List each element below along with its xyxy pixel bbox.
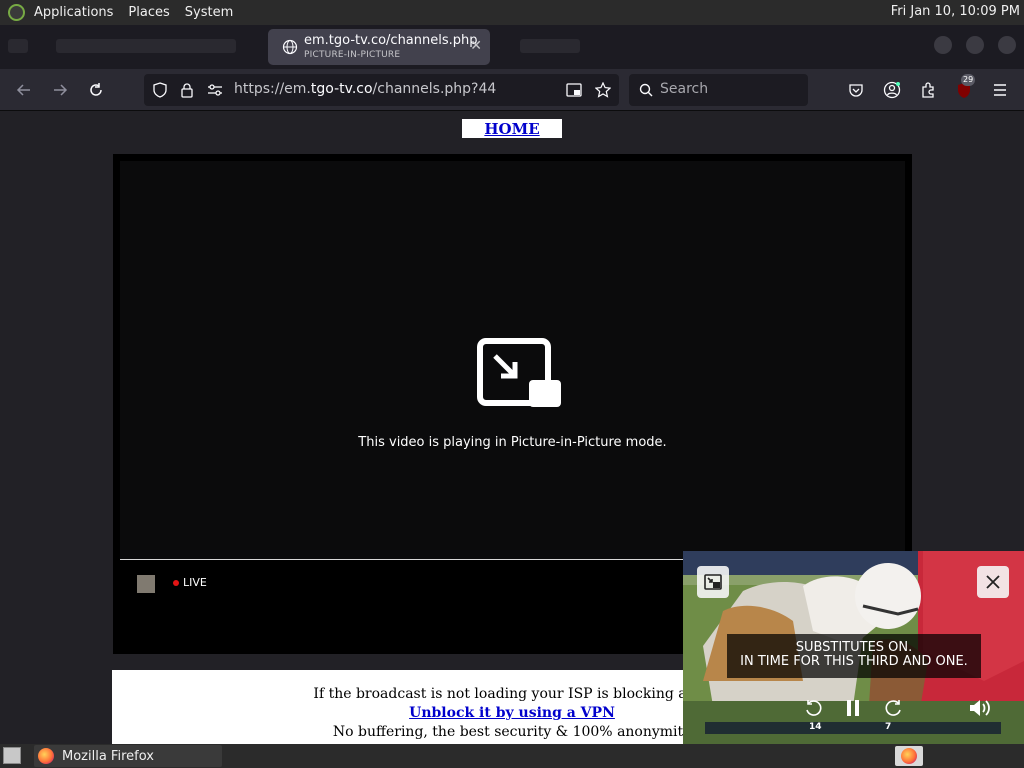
extensions-badge: 29 bbox=[961, 74, 976, 86]
url-host: tgo-tv.co bbox=[310, 81, 373, 97]
url-bar[interactable]: https://em.tgo-tv.co/channels.php?44 bbox=[144, 74, 619, 106]
lock-icon[interactable] bbox=[176, 79, 198, 101]
pause-icon[interactable] bbox=[841, 696, 865, 720]
reload-icon[interactable] bbox=[85, 79, 107, 101]
firefox-view-icon[interactable] bbox=[8, 39, 28, 53]
system-menu[interactable]: System bbox=[185, 5, 233, 20]
pip-return-button[interactable] bbox=[697, 566, 729, 598]
caption-line-2: IN TIME FOR THIS THIRD AND ONE. bbox=[740, 654, 968, 669]
pip-return-icon bbox=[704, 574, 722, 590]
firefox-tray-icon bbox=[901, 748, 917, 764]
globe-icon bbox=[282, 39, 298, 55]
search-placeholder: Search bbox=[660, 81, 709, 97]
extensions-icon[interactable] bbox=[917, 79, 939, 101]
places-menu[interactable]: Places bbox=[128, 5, 169, 20]
play-button[interactable] bbox=[137, 575, 155, 593]
account-icon[interactable] bbox=[881, 79, 903, 101]
url-text[interactable]: https://em.tgo-tv.co/channels.php?44 bbox=[234, 81, 496, 97]
firefox-icon bbox=[38, 748, 54, 764]
forward-icon[interactable] bbox=[49, 79, 71, 101]
panel-menu: Applications Places System bbox=[0, 4, 233, 21]
pip-close-button[interactable] bbox=[977, 566, 1009, 598]
tab-title: em.tgo-tv.co/channels.php bbox=[304, 33, 478, 48]
score-right: 7 bbox=[885, 722, 892, 732]
tab-subtitle: PICTURE-IN-PICTURE bbox=[304, 50, 401, 60]
home-link[interactable]: HOME bbox=[484, 120, 539, 138]
taskbar-window-firefox[interactable]: Mozilla Firefox bbox=[34, 745, 222, 767]
pip-icon[interactable] bbox=[563, 79, 585, 101]
seek-forward-icon[interactable] bbox=[882, 696, 906, 720]
scoreboard-strip: 14 7 bbox=[705, 722, 1001, 734]
live-label: LIVE bbox=[183, 576, 207, 589]
tab-bar: em.tgo-tv.co/channels.php PICTURE-IN-PIC… bbox=[0, 25, 1024, 69]
applications-menu[interactable]: Applications bbox=[34, 5, 113, 20]
score-left: 14 bbox=[809, 722, 822, 732]
live-dot bbox=[173, 579, 179, 586]
live-indicator: LIVE bbox=[173, 576, 207, 589]
show-desktop-icon[interactable] bbox=[3, 747, 21, 764]
navigation-toolbar: https://em.tgo-tv.co/channels.php?44 Sea… bbox=[0, 69, 1024, 111]
bookmark-star-icon[interactable] bbox=[592, 79, 614, 101]
caption-line-1: SUBSTITUTES ON. bbox=[795, 640, 913, 655]
seek-back-icon[interactable] bbox=[801, 696, 825, 720]
home-box: HOME bbox=[462, 119, 562, 138]
picture-in-picture-icon bbox=[477, 338, 561, 407]
tracking-shield-icon[interactable] bbox=[149, 79, 171, 101]
maximize-button[interactable] bbox=[966, 36, 984, 54]
url-prefix: https://em. bbox=[234, 81, 311, 97]
close-icon bbox=[986, 575, 1000, 589]
search-icon bbox=[635, 79, 657, 101]
vpn-link[interactable]: Unblock it by using a VPN bbox=[409, 705, 615, 721]
workspace-switcher[interactable] bbox=[895, 746, 923, 766]
pip-message: This video is playing in Picture-in-Pict… bbox=[358, 435, 667, 450]
permissions-icon[interactable] bbox=[204, 79, 226, 101]
bottom-taskbar: Mozilla Firefox bbox=[0, 744, 1024, 768]
search-input[interactable]: Search bbox=[629, 74, 808, 106]
menu-icon[interactable] bbox=[989, 79, 1011, 101]
desktop: Applications Places System Fri Jan 10, 1… bbox=[0, 0, 1024, 768]
close-window-button[interactable] bbox=[998, 36, 1016, 54]
tab-background[interactable] bbox=[520, 39, 580, 53]
url-path: /channels.php?44 bbox=[372, 81, 497, 97]
video-area[interactable]: This video is playing in Picture-in-Pict… bbox=[120, 161, 905, 559]
gnome-logo-icon bbox=[8, 4, 25, 21]
tab-background[interactable] bbox=[56, 39, 236, 53]
pocket-icon[interactable] bbox=[845, 79, 867, 101]
volume-icon[interactable] bbox=[967, 696, 991, 720]
taskbar-window-title: Mozilla Firefox bbox=[62, 748, 154, 764]
panel-clock[interactable]: Fri Jan 10, 10:09 PM bbox=[891, 4, 1020, 19]
top-panel: Applications Places System Fri Jan 10, 1… bbox=[0, 0, 1024, 25]
minimize-button[interactable] bbox=[934, 36, 952, 54]
tab-active[interactable]: em.tgo-tv.co/channels.php PICTURE-IN-PIC… bbox=[268, 29, 490, 65]
back-icon[interactable] bbox=[13, 79, 35, 101]
tab-close-icon[interactable]: ✕ bbox=[470, 38, 482, 54]
pip-window[interactable]: SUBSTITUTES ON. IN TIME FOR THIS THIRD A… bbox=[683, 551, 1024, 744]
subtitle-caption: SUBSTITUTES ON. IN TIME FOR THIS THIRD A… bbox=[727, 634, 981, 678]
